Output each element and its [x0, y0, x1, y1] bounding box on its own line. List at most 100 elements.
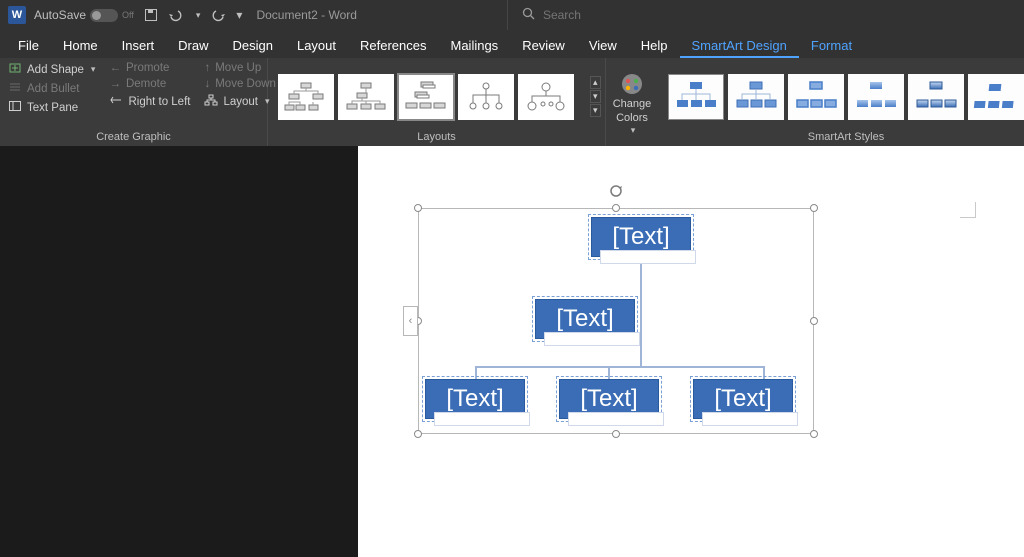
- gallery-up-arrow-icon[interactable]: ▴: [590, 76, 601, 89]
- tab-draw[interactable]: Draw: [166, 33, 220, 58]
- layout-option-1[interactable]: [278, 74, 334, 120]
- gallery-down-arrow-icon[interactable]: ▾: [590, 90, 601, 103]
- gallery-more-icon[interactable]: ▾: [590, 104, 601, 117]
- smartart-node-child-3[interactable]: [Text]: [693, 379, 793, 419]
- resize-handle[interactable]: [810, 204, 818, 212]
- add-shape-button[interactable]: Add Shape ▾: [8, 62, 95, 77]
- smartart-node-subtitle[interactable]: [600, 250, 696, 264]
- right-to-left-icon: [109, 94, 123, 109]
- document-workspace[interactable]: ‹ [Text] [Text] [Text]: [0, 146, 1024, 557]
- smartart-node-assistant[interactable]: [Text]: [535, 299, 635, 339]
- smartart-node-text[interactable]: [Text]: [580, 385, 637, 413]
- smartart-frame[interactable]: ‹ [Text] [Text] [Text]: [418, 208, 814, 434]
- change-colors-dropdown-icon[interactable]: ▾: [631, 125, 636, 135]
- style-option-4[interactable]: [848, 74, 904, 120]
- right-to-left-button[interactable]: Right to Left: [109, 94, 190, 109]
- document-page[interactable]: ‹ [Text] [Text] [Text]: [358, 146, 1024, 557]
- style-option-6[interactable]: [968, 74, 1024, 120]
- style-option-3[interactable]: [788, 74, 844, 120]
- search-box[interactable]: [507, 0, 807, 30]
- move-down-arrow-icon: ↓: [204, 78, 210, 90]
- resize-handle[interactable]: [612, 204, 620, 212]
- text-pane-expand-tab[interactable]: ‹: [403, 306, 418, 336]
- title-bar: W AutoSave Off ▾ ▾ Document2 - Word: [0, 0, 1024, 30]
- move-up-label: Move Up: [215, 62, 261, 74]
- qat-customize-icon[interactable]: ▾: [236, 8, 242, 22]
- search-input[interactable]: [543, 8, 763, 22]
- connector: [608, 366, 610, 380]
- ribbon: Add Shape ▾ Add Bullet Text Pane ← Promo…: [0, 58, 1024, 146]
- style-option-2[interactable]: [728, 74, 784, 120]
- smartart-node-text[interactable]: [Text]: [556, 305, 613, 333]
- layout-gallery[interactable]: [276, 72, 576, 122]
- tab-home[interactable]: Home: [51, 33, 110, 58]
- smartart-node-child-1[interactable]: [Text]: [425, 379, 525, 419]
- autosave-label: AutoSave: [34, 8, 86, 22]
- smartart-node-root[interactable]: [Text]: [591, 217, 691, 257]
- redo-icon[interactable]: [210, 8, 226, 22]
- move-down-label: Move Down: [215, 78, 276, 90]
- search-icon: [522, 7, 535, 23]
- move-down-button: ↓ Move Down: [204, 78, 275, 90]
- add-shape-icon: [8, 62, 22, 77]
- layout-option-3-selected[interactable]: [398, 74, 454, 120]
- connector: [475, 366, 477, 380]
- tab-file[interactable]: File: [6, 33, 51, 58]
- save-icon[interactable]: [144, 8, 158, 22]
- layout-option-5[interactable]: [518, 74, 574, 120]
- tab-help[interactable]: Help: [629, 33, 680, 58]
- quick-access-toolbar: ▾ ▾: [144, 8, 243, 22]
- text-pane-label: Text Pane: [27, 102, 78, 114]
- tab-mailings[interactable]: Mailings: [439, 33, 511, 58]
- page-margin-corner-icon: [960, 202, 976, 218]
- layout-button[interactable]: Layout ▾: [204, 94, 275, 109]
- document-title: Document2 - Word: [256, 8, 356, 22]
- smartart-node-text[interactable]: [Text]: [714, 385, 771, 413]
- toggle-switch-icon[interactable]: [90, 9, 118, 22]
- smartart-node-subtitle[interactable]: [702, 412, 798, 426]
- layout-option-2[interactable]: [338, 74, 394, 120]
- smartart-node-text[interactable]: [Text]: [612, 223, 669, 251]
- resize-handle[interactable]: [810, 317, 818, 325]
- add-shape-dropdown-icon[interactable]: ▾: [91, 64, 96, 75]
- smartart-node-subtitle[interactable]: [434, 412, 530, 426]
- smartart-node-subtitle[interactable]: [544, 332, 640, 346]
- ribbon-tabs: File Home Insert Draw Design Layout Refe…: [0, 30, 1024, 58]
- tab-insert[interactable]: Insert: [110, 33, 167, 58]
- right-to-left-label: Right to Left: [128, 96, 190, 108]
- style-option-5[interactable]: [908, 74, 964, 120]
- undo-dropdown-icon[interactable]: ▾: [196, 10, 201, 21]
- promote-label: Promote: [126, 62, 169, 74]
- text-pane-icon: [8, 100, 22, 115]
- tab-references[interactable]: References: [348, 33, 438, 58]
- rotate-handle-icon[interactable]: [608, 183, 624, 199]
- smartart-node-text[interactable]: [Text]: [446, 385, 503, 413]
- group-label-create-graphic: Create Graphic: [8, 131, 259, 145]
- tab-layout[interactable]: Layout: [285, 33, 348, 58]
- undo-icon[interactable]: [168, 8, 184, 22]
- add-shape-label: Add Shape: [27, 64, 84, 76]
- smartart-node-subtitle[interactable]: [568, 412, 664, 426]
- layout-option-4[interactable]: [458, 74, 514, 120]
- tab-format[interactable]: Format: [799, 33, 864, 58]
- tab-review[interactable]: Review: [510, 33, 577, 58]
- tab-smartart-design[interactable]: SmartArt Design: [680, 33, 799, 58]
- group-smartart-styles: SmartArt Styles: [658, 58, 1024, 146]
- style-option-1[interactable]: [668, 74, 724, 120]
- group-label-layouts: Layouts: [276, 131, 597, 145]
- text-pane-button[interactable]: Text Pane: [8, 100, 95, 115]
- autosave-toggle[interactable]: AutoSave Off: [34, 8, 134, 22]
- demote-label: Demote: [126, 78, 166, 90]
- resize-handle[interactable]: [612, 430, 620, 438]
- autosave-state: Off: [122, 10, 134, 20]
- tab-view[interactable]: View: [577, 33, 629, 58]
- demote-arrow-icon: →: [109, 78, 121, 90]
- style-gallery[interactable]: [666, 72, 1024, 122]
- smartart-node-child-2[interactable]: [Text]: [559, 379, 659, 419]
- add-bullet-label: Add Bullet: [27, 83, 79, 95]
- resize-handle[interactable]: [810, 430, 818, 438]
- tab-design[interactable]: Design: [221, 33, 285, 58]
- change-colors-button[interactable]: Change Colors ▾: [614, 62, 650, 145]
- resize-handle[interactable]: [414, 204, 422, 212]
- resize-handle[interactable]: [414, 430, 422, 438]
